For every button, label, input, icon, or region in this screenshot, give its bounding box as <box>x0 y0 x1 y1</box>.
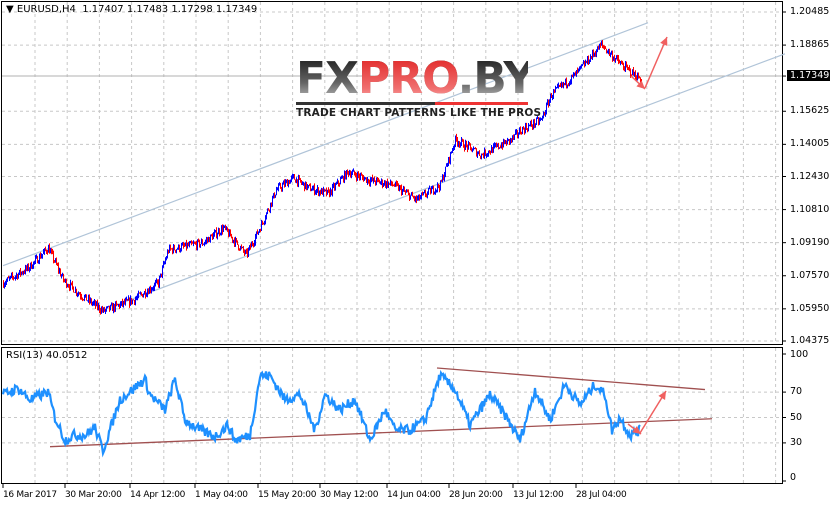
price-axis-label: 1.18865 <box>790 39 830 51</box>
rsi-label: RSI(13) <box>6 350 43 361</box>
rsi-series <box>1 369 641 458</box>
time-axis-label: 28 Jul 04:00 <box>576 490 627 500</box>
ohlc-close: 1.17349 <box>215 4 258 15</box>
rsi-header: RSI(13) 40.0512 <box>6 350 87 361</box>
time-axis-label: 13 Jul 12:00 <box>513 490 564 500</box>
price-axis-label: 1.20485 <box>790 6 830 17</box>
rsi-line <box>1 369 641 458</box>
price-axis-label: 1.10810 <box>790 203 830 215</box>
logo-tagline: TRADE CHART PATTERNS LIKE THE PROS <box>296 107 542 119</box>
time-axis-label: 14 Apr 12:00 <box>130 490 186 500</box>
price-axis-label: 1.07570 <box>790 269 830 281</box>
symbol-header: ▼ EURUSD,H4 1.17407 1.17483 1.17298 1.17… <box>6 4 257 15</box>
rsi-axis-label: 100 <box>790 349 809 360</box>
collapse-triangle-icon[interactable]: ▼ <box>6 4 14 15</box>
rsi-axis-label: 30 <box>790 436 803 448</box>
ohlc-low: 1.17298 <box>171 4 213 15</box>
time-axis-label: 28 Jun 20:00 <box>449 490 503 500</box>
time-axis-label: 14 Jun 04:00 <box>387 490 441 500</box>
time-axis-label: 30 May 12:00 <box>320 490 379 500</box>
rsi-axis-label: 70 <box>790 386 803 398</box>
price-axis-label: 1.09190 <box>790 236 830 248</box>
logo-by: .BY <box>457 53 535 104</box>
logo-pro: PRO <box>357 53 459 104</box>
rsi-axis-label: 0 <box>790 472 797 483</box>
symbol-label: EURUSD,H4 <box>16 4 76 15</box>
rsi-axis-label: 50 <box>790 411 803 423</box>
rsi-pane-border <box>1 347 783 484</box>
time-axis-label: 15 May 20:00 <box>258 490 317 500</box>
price-axis-label: 1.05950 <box>790 302 830 314</box>
price-axis-label: 1.15625 <box>790 105 830 117</box>
rsi-resistance-line <box>436 367 706 391</box>
price-axis-label: 1.14005 <box>790 138 830 150</box>
rsi-value: 40.0512 <box>45 350 88 361</box>
price-axis-label: 1.04375 <box>790 335 830 346</box>
ohlc-high: 1.17483 <box>126 4 169 15</box>
time-axis-label: 30 Mar 20:00 <box>65 490 122 500</box>
logo-fx: FX <box>296 53 358 104</box>
current-price-label: 1.17349 <box>787 70 830 82</box>
price-axis-label: 1.12430 <box>790 170 830 182</box>
time-axis-label: 16 Mar 2017 <box>3 490 57 500</box>
fxpro-logo: FXPRO.BY TRADE CHART PATTERNS LIKE THE P… <box>296 57 542 119</box>
time-axis-label: 1 May 04:00 <box>195 490 248 500</box>
ohlc-open: 1.17407 <box>82 4 124 15</box>
